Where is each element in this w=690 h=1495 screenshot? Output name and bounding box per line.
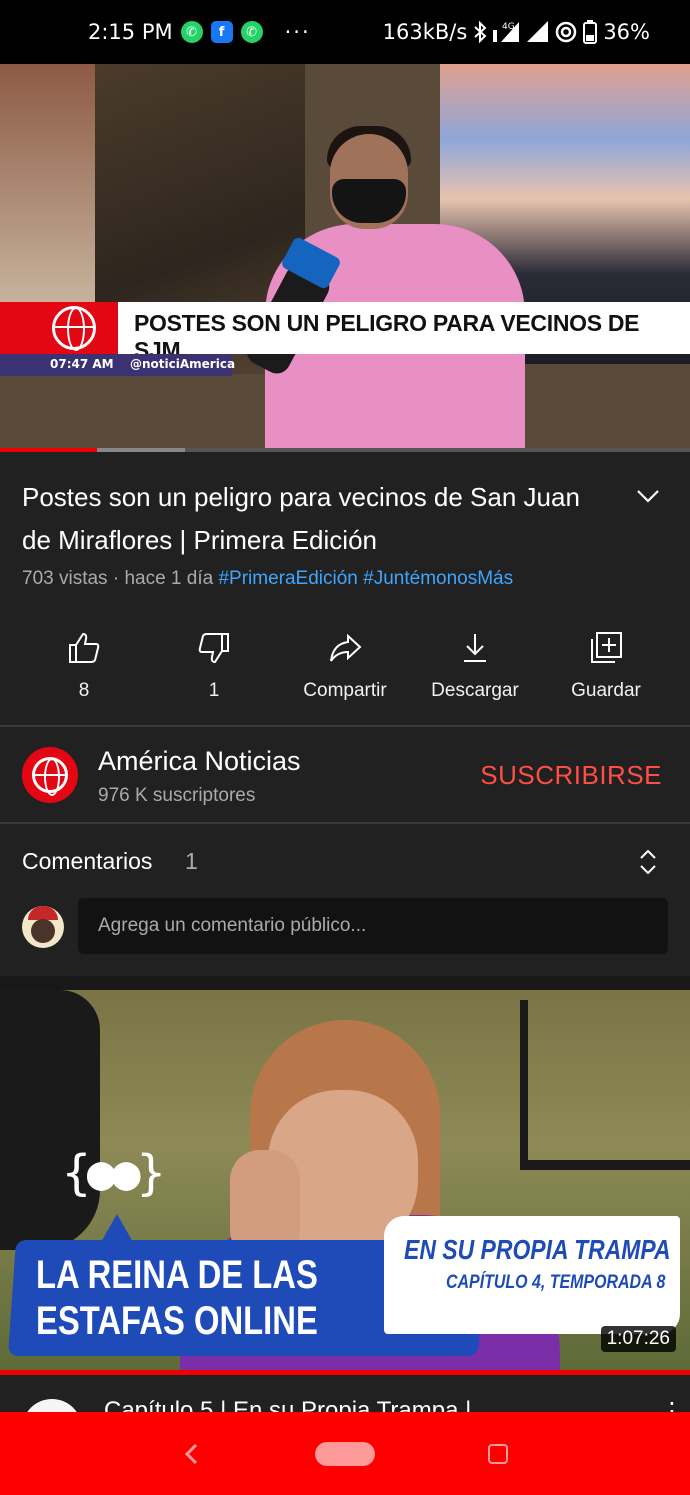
dislike-count: 1 (208, 680, 220, 701)
show-title: EN SU PROPIA TRAMPA (404, 1234, 671, 1265)
action-bar: 8 1 Compartir Descargar Guardar (0, 620, 690, 720)
net-speed: 163kB/s (382, 20, 468, 44)
video-title[interactable]: Postes son un peligro para vecinos de Sa… (22, 476, 612, 562)
status-bar: 2:15 PM ✆ f ✆ ··· 163kB/s 4G 36% (0, 0, 690, 64)
upload-age: hace 1 día (124, 568, 214, 589)
battery-icon (583, 20, 598, 44)
video-progress-buffered (96, 448, 185, 452)
banner-line-1: LA REINA DE LAS (36, 1253, 318, 1297)
whatsapp-business-icon: ✆ (240, 21, 263, 43)
bluetooth-icon (474, 21, 487, 43)
clock: 2:15 PM (88, 20, 173, 44)
channel-avatar[interactable] (22, 747, 78, 803)
save-button[interactable]: Guardar (541, 620, 671, 720)
next-video-thumbnail[interactable]: {●●} LA REINA DE LAS ESTAFAS ONLINE EN S… (0, 990, 690, 1370)
expand-collapse-icon[interactable] (636, 846, 660, 878)
comments-count: 1 (185, 848, 198, 874)
battery-level: 36% (603, 20, 650, 44)
hotspot-icon (556, 21, 577, 43)
lower-third-time: 07:47 AM (50, 357, 114, 371)
video-progress-played (0, 448, 97, 452)
share-label: Compartir (303, 680, 387, 701)
america-logo-icon (52, 306, 96, 351)
subscribe-button[interactable]: SUSCRIBIRSE (480, 760, 662, 791)
channel-name[interactable]: América Noticias (98, 746, 301, 777)
more-notifications-icon: ··· (284, 20, 311, 44)
facebook-icon: f (210, 21, 233, 43)
recent-apps-icon[interactable] (488, 1444, 508, 1464)
signal-icon-2 (527, 21, 549, 42)
meta-separator: · (112, 568, 125, 589)
thumbnail-chair (520, 1000, 690, 1170)
signal-icon: 4G (493, 22, 520, 42)
hashtag-link[interactable]: #PrimeraEdición (218, 568, 357, 589)
show-subtitle: CAPÍTULO 4, TEMPORADA 8 (446, 1272, 666, 1293)
back-icon[interactable] (176, 1436, 206, 1472)
user-avatar (22, 906, 64, 948)
download-icon (464, 634, 486, 662)
thumbs-up-icon (69, 632, 100, 663)
show-logo-icon: {●●} (62, 1145, 166, 1201)
like-button[interactable]: 8 (19, 620, 149, 720)
download-button[interactable]: Descargar (410, 620, 540, 720)
download-label: Descargar (431, 680, 519, 701)
home-button[interactable] (315, 1442, 375, 1466)
svg-text:4G: 4G (502, 22, 515, 32)
subscriber-count: 976 K suscriptores (98, 785, 256, 806)
dislike-button[interactable]: 1 (149, 620, 279, 720)
view-count: 703 vistas (22, 568, 108, 589)
globe-icon (32, 757, 68, 796)
thumbnail-bag (0, 990, 100, 1250)
section-separator (0, 976, 690, 990)
share-button[interactable]: Compartir (280, 620, 410, 720)
hashtag-link[interactable]: #JuntémonosMás (363, 568, 513, 589)
next-video-row[interactable]: Capítulo 5 | En su Propia Trampa | ⋮ (0, 1375, 690, 1415)
divider (0, 725, 690, 727)
divider (0, 822, 690, 824)
chevron-down-icon[interactable] (634, 482, 662, 510)
video-player[interactable] (0, 64, 690, 452)
comments-title[interactable]: Comentarios (22, 848, 152, 875)
system-nav-bar (0, 1412, 690, 1495)
whatsapp-icon: ✆ (180, 21, 203, 43)
save-label: Guardar (571, 680, 641, 701)
video-progress-bar[interactable] (0, 448, 690, 452)
share-icon (330, 633, 362, 662)
lower-third-handle: @noticiAmerica (130, 357, 236, 371)
thumbs-down-icon (198, 633, 229, 664)
comment-input[interactable]: Agrega un comentario público... (78, 898, 668, 954)
like-count: 8 (78, 680, 90, 701)
video-meta: 703 vistas · hace 1 día #PrimeraEdición … (22, 568, 513, 590)
video-duration: 1:07:26 (600, 1326, 676, 1352)
banner-text: LA REINA DE LAS ESTAFAS ONLINE (36, 1252, 318, 1344)
save-playlist-icon (591, 632, 622, 663)
banner-line-2: ESTAFAS ONLINE (36, 1299, 318, 1343)
